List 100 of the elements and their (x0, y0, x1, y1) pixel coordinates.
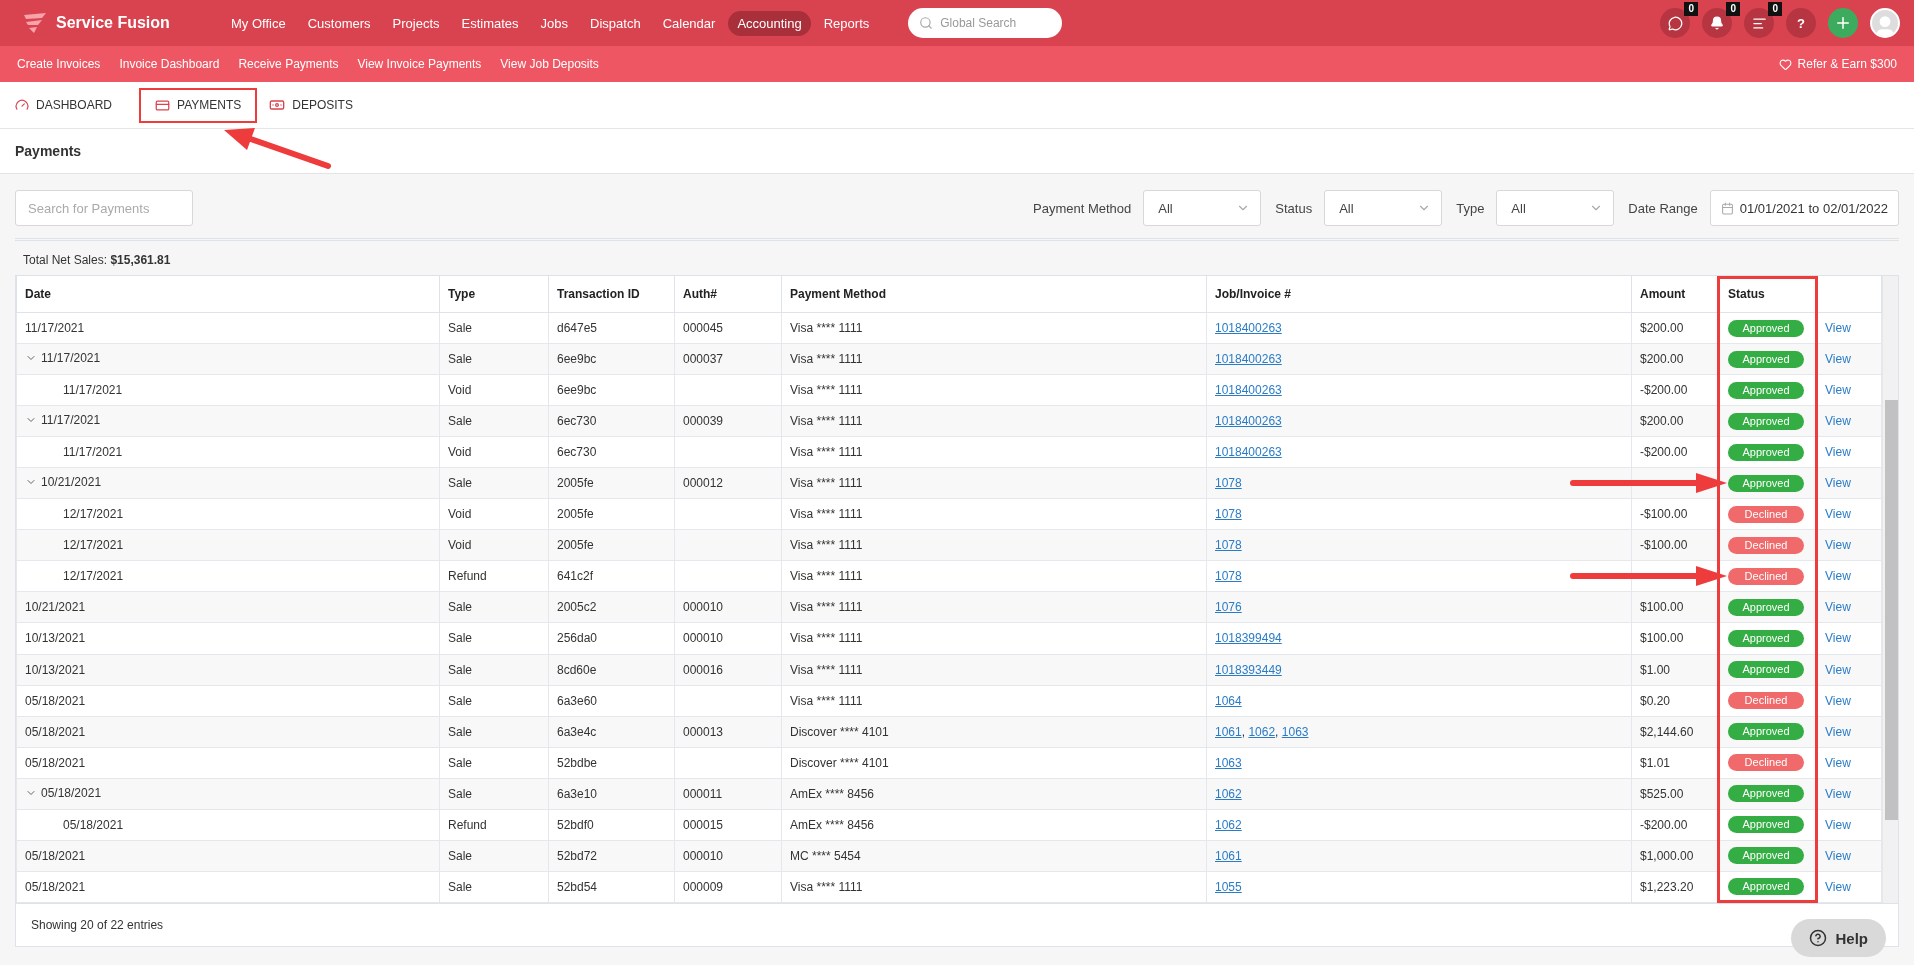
subnav-link[interactable]: Invoice Dashboard (119, 57, 220, 71)
nav-item[interactable]: Projects (383, 10, 449, 36)
table-cell: 000016 (674, 654, 782, 686)
bell-icon (1710, 16, 1724, 30)
page-tab[interactable]: DEPOSITS (269, 91, 368, 119)
search-field[interactable]: Search for Payments (15, 190, 193, 226)
nav-item[interactable]: Estimates (452, 10, 528, 36)
subnav-link[interactable]: Create Invoices (17, 57, 101, 71)
filter-label: Status (1275, 200, 1313, 216)
page-tab[interactable]: DASHBOARD (15, 92, 127, 118)
invoice-link[interactable]: 1063 (1215, 755, 1242, 770)
view-link[interactable]: View (1825, 724, 1851, 739)
invoice-link[interactable]: 1018400263 (1215, 321, 1282, 335)
view-link[interactable]: View (1825, 817, 1851, 832)
table-cell: 000012 (674, 467, 782, 499)
view-link[interactable]: View (1825, 507, 1851, 522)
table-cell: 12/17/2021 (16, 529, 440, 561)
view-link[interactable]: View (1825, 662, 1851, 677)
notifications-button[interactable] (1702, 8, 1732, 38)
filter-select[interactable]: All (1496, 190, 1615, 226)
view-link[interactable]: View (1825, 786, 1851, 801)
help-button[interactable]: ? (1786, 8, 1816, 38)
table-cell: 6ec730 (548, 405, 675, 437)
help-button[interactable]: Help (1791, 919, 1886, 957)
global-search-field[interactable]: Global Search (908, 8, 1063, 38)
invoice-link[interactable]: 1078 (1215, 507, 1242, 522)
view-link[interactable]: View (1825, 414, 1851, 429)
table-cell: 000010 (674, 591, 782, 623)
invoice-link[interactable]: 1018399494 (1215, 631, 1282, 646)
view-link[interactable]: View (1825, 569, 1851, 584)
chat-button[interactable] (1660, 8, 1690, 38)
view-link[interactable]: View (1825, 538, 1851, 553)
table-cell: 10/13/2021 (16, 654, 440, 686)
date-range-field[interactable]: 01/01/2021 to 02/01/2022 (1709, 190, 1899, 226)
nav-item[interactable]: Calendar (653, 10, 725, 36)
nav-item[interactable]: Jobs (531, 10, 578, 36)
invoice-link[interactable]: 1018393449 (1215, 662, 1282, 677)
nav-item[interactable]: Accounting (728, 10, 811, 36)
view-link[interactable]: View (1825, 352, 1851, 367)
table-cell: Void (439, 374, 549, 406)
table-cell: 12/17/2021 (16, 498, 440, 530)
invoice-link[interactable]: 1063 (1281, 724, 1309, 739)
invoice-link[interactable]: 1061 (1215, 724, 1242, 739)
invoice-link[interactable]: 1064 (1215, 693, 1242, 708)
page-tab[interactable]: PAYMENTS (141, 89, 256, 121)
invoice-link[interactable]: 1078 (1215, 538, 1242, 553)
invoice-link[interactable]: 1076 (1215, 600, 1242, 615)
scrollbar[interactable] (1882, 276, 1898, 903)
table-cell: Visa **** 1111 (781, 436, 1207, 468)
invoice-link[interactable]: 1078 (1215, 476, 1242, 491)
filter-label: Payment Method (1033, 200, 1132, 216)
table-cell: 52bd72 (548, 840, 675, 872)
nav-item[interactable]: Reports (814, 10, 879, 36)
invoice-link[interactable]: 1062 (1215, 817, 1242, 832)
nav-item[interactable]: Customers (298, 10, 380, 36)
invoice-link[interactable]: 1055 (1215, 879, 1242, 894)
filter-select[interactable]: All (1324, 190, 1443, 226)
view-link[interactable]: View (1825, 755, 1851, 770)
table-cell: 000045 (674, 312, 782, 344)
invoice-link[interactable]: 1061 (1215, 848, 1242, 863)
invoice-link[interactable]: 1062 (1215, 786, 1242, 801)
invoice-link[interactable]: 1018400263 (1215, 414, 1282, 429)
table-cell: Sale (439, 622, 549, 654)
subnav-link[interactable]: View Job Deposits (500, 57, 599, 71)
invoice-link[interactable]: 1078 (1215, 569, 1242, 584)
invoice-link[interactable]: 1018400263 (1215, 445, 1282, 460)
table-cell: Visa **** 1111 (781, 405, 1207, 437)
view-link[interactable]: View (1825, 600, 1851, 615)
add-button[interactable] (1828, 8, 1858, 38)
view-link[interactable]: View (1825, 693, 1851, 708)
invoice-link[interactable]: 1018400263 (1215, 352, 1282, 367)
subnav-link[interactable]: Receive Payments (238, 57, 339, 71)
nav-item[interactable]: Dispatch (581, 10, 650, 36)
view-link[interactable]: View (1825, 848, 1851, 863)
status-badge: Approved (1728, 630, 1804, 647)
tasks-button[interactable] (1744, 8, 1774, 38)
table-cell: 6a3e60 (548, 685, 675, 717)
status-badge: Declined (1728, 505, 1804, 523)
subnav-link[interactable]: View Invoice Payments (357, 57, 482, 71)
table-cell: 10/21/2021 (16, 467, 440, 499)
table-cell: Refund (439, 560, 549, 592)
table-cell: 000010 (674, 840, 782, 872)
table-cell: Visa **** 1111 (781, 622, 1207, 654)
refer-link[interactable]: Refer & Earn $300 (1778, 57, 1897, 71)
card-icon (155, 97, 170, 113)
table-cell: Sale (439, 343, 549, 375)
view-link[interactable]: View (1825, 631, 1851, 646)
separator-comma: , (1241, 724, 1247, 739)
view-link[interactable]: View (1825, 476, 1851, 491)
view-link[interactable]: View (1825, 445, 1851, 460)
avatar-button[interactable] (1870, 8, 1900, 38)
table-cell: Sale (439, 467, 549, 499)
table-cell: Sale (439, 840, 549, 872)
nav-item[interactable]: My Office (222, 10, 295, 36)
status-badge: Approved (1728, 412, 1804, 430)
view-link[interactable]: View (1825, 321, 1851, 335)
filter-select[interactable]: All (1143, 190, 1262, 226)
invoice-link[interactable]: 1018400263 (1215, 383, 1282, 398)
view-link[interactable]: View (1825, 879, 1851, 894)
view-link[interactable]: View (1825, 383, 1851, 398)
